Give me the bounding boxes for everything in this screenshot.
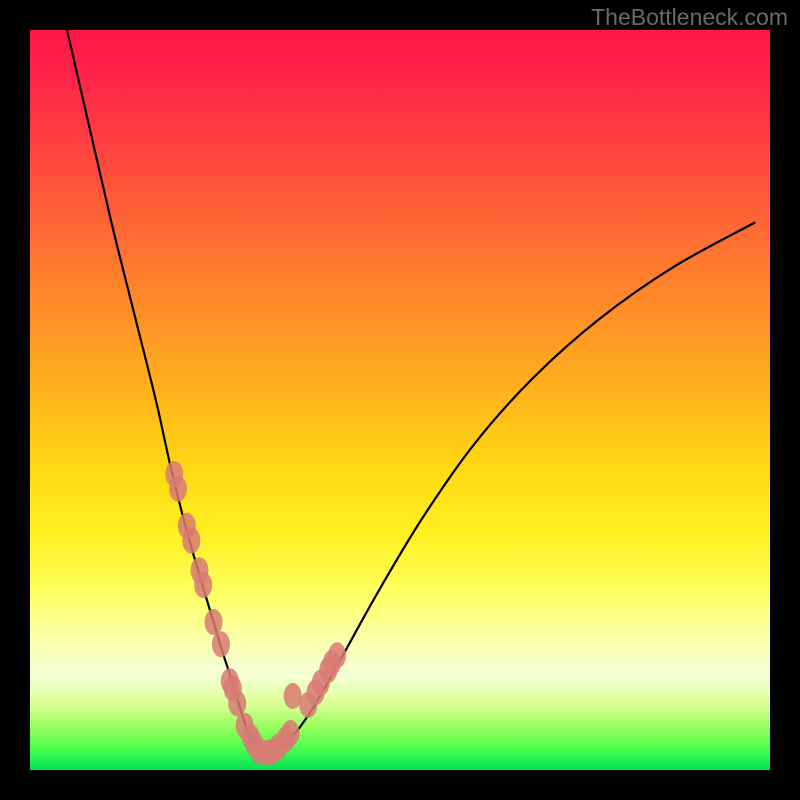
curve-marker <box>284 683 302 709</box>
curve-marker <box>281 720 299 746</box>
curve-markers <box>165 461 346 766</box>
curve-marker <box>205 609 223 635</box>
watermark-text: TheBottleneck.com <box>591 4 788 31</box>
curve-marker <box>328 642 346 668</box>
curve-marker <box>182 528 200 554</box>
curve-marker <box>194 572 212 598</box>
curve-marker <box>228 690 246 716</box>
curve-marker <box>212 631 230 657</box>
curve-marker <box>169 476 187 502</box>
chart-frame: TheBottleneck.com <box>0 0 800 800</box>
chart-svg <box>30 30 770 770</box>
bottleneck-curve <box>67 30 755 755</box>
chart-plot-area <box>30 30 770 770</box>
